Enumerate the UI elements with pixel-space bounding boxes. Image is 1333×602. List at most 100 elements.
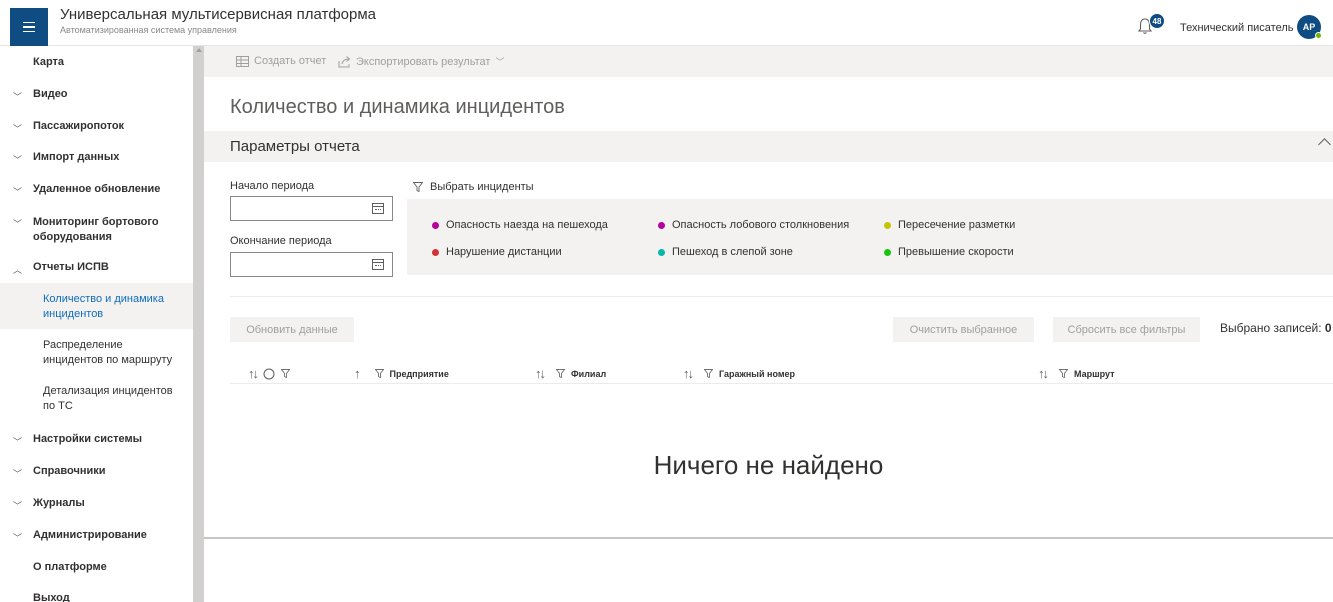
export-results-button[interactable]: Экспортировать результат ﹀ [338,55,504,68]
sidebar-item-label: Мониторинг бортового оборудования [33,216,159,243]
table-header: ↑↓ ↑ Предприятие ↑↓ Филиал ↑↓ Гаражный н… [230,362,1333,384]
chevron-down-icon: ﹀ [13,437,23,447]
menu-icon[interactable] [10,8,48,46]
calendar-icon[interactable] [372,203,384,214]
sidebar-item-label: Видео [33,88,68,100]
sidebar-item-label: Журналы [33,497,85,509]
refresh-data-button[interactable]: Обновить данные [230,317,354,342]
sidebar-item-label: Отчеты ИСПВ [33,261,109,273]
period-start-field[interactable] [230,196,393,221]
legend-dot [432,248,439,256]
incident-distance-violation[interactable]: Нарушение дистанции [432,246,562,258]
chevron-down-icon: ﹀ [13,155,23,165]
select-incidents[interactable]: Выбрать инциденты [413,181,534,193]
column-garage-number[interactable]: ↑↓ Гаражный номер [683,366,795,381]
chevron-up-icon[interactable] [1318,138,1331,151]
sidebar-item-label: Выход [33,592,70,602]
sidebar: Карта ﹀ Видео ﹀ Пассажиропоток ﹀ Импорт … [0,46,193,602]
chevron-down-icon: ﹀ [13,219,23,229]
legend-dot [658,221,665,229]
sidebar-item-label: Количество и динамика инцидентов [43,293,164,320]
column-label: Филиал [571,368,607,379]
sidebar-scrollbar[interactable] [193,46,204,602]
filter-icon[interactable] [281,369,290,378]
period-end-label: Окончание периода [230,235,332,247]
select-column-header[interactable]: ↑↓ [248,366,290,381]
notification-badge: 48 [1149,13,1165,29]
column-label: Маршрут [1074,368,1115,379]
filter-icon[interactable] [374,369,384,378]
period-end-field[interactable] [230,252,393,277]
period-start-label: Начало периода [230,180,315,192]
sidebar-item-label: Пассажиропоток [33,120,125,132]
presence-indicator [1315,32,1322,39]
column-label: Гаражный номер [719,368,796,379]
sort-icon[interactable]: ↑↓ [1038,366,1049,381]
legend-dot [884,221,891,229]
report-params-title: Параметры отчета [230,138,360,155]
legend-dot [432,221,439,229]
sidebar-item-label: Распределение инцидентов по маршруту [43,339,173,366]
sort-asc-icon[interactable]: ↑ [354,366,360,381]
scroll-up-icon[interactable] [196,48,202,52]
column-enterprise[interactable]: ↑ Предприятие [354,366,449,381]
incident-frontal-collision[interactable]: Опасность лобового столкновения [658,219,849,231]
divider [230,296,1333,297]
chevron-down-icon: ﹀ [13,501,23,511]
incident-pedestrian-hit[interactable]: Опасность наезда на пешехода [432,219,608,231]
sidebar-item-label: Карта [33,56,65,68]
chevron-down-icon: ﹀ [13,533,23,543]
column-route[interactable]: ↑↓ Маршрут [1038,366,1115,381]
report-params-header[interactable]: Параметры отчета [204,131,1333,162]
share-icon [338,55,351,67]
chevron-down-icon: ﹀ [495,57,505,67]
legend-dot [658,248,665,256]
select-incidents-label: Выбрать инциденты [430,181,534,193]
incidents-panel [407,199,1333,275]
table-bottom-border [204,537,1333,539]
sidebar-item-label: Детализация инцидентов по ТС [43,385,173,412]
chevron-up-icon: ︿ [13,265,23,275]
chevron-down-icon: ﹀ [13,92,23,102]
sort-icon[interactable]: ↑↓ [248,366,259,381]
sidebar-item-label: Администрирование [33,529,147,541]
chevron-down-icon: ﹀ [13,187,23,197]
incident-label: Пешеход в слепой зоне [672,246,793,258]
app-title: Универсальная мультисервисная платформа [60,6,377,23]
page-title: Количество и динамика инцидентов [230,96,565,118]
incident-label: Пересечение разметки [898,219,1016,231]
create-report-button[interactable]: Создать отчет [236,55,326,67]
sort-icon[interactable]: ↑↓ [683,366,694,381]
incident-speeding[interactable]: Превышение скорости [884,246,1014,258]
column-branch[interactable]: ↑↓ Филиал [535,366,606,381]
sidebar-item-label: Настройки системы [33,433,142,445]
sidebar-item-incident-dynamics[interactable]: Количество и динамика инцидентов [0,283,193,329]
filter-icon[interactable] [1059,369,1068,378]
sidebar-item-label: Импорт данных [33,151,120,163]
app-subtitle: Автоматизированная система управления [60,25,237,35]
filter-icon[interactable] [556,369,565,378]
user-name[interactable]: Технический писатель [1180,22,1294,34]
sort-icon[interactable]: ↑↓ [535,366,546,381]
reset-filters-button[interactable]: Сбросить все фильтры [1053,317,1200,342]
incident-label: Опасность наезда на пешехода [446,219,608,231]
incident-label: Опасность лобового столкновения [672,219,850,231]
clear-selected-button[interactable]: Очистить выбранное [893,317,1034,342]
selected-count-label: Выбрано записей: [1220,321,1322,335]
chevron-down-icon: ﹀ [13,124,23,134]
column-label: Предприятие [389,368,449,379]
incident-blind-spot[interactable]: Пешеход в слепой зоне [658,246,793,258]
sidebar-item-incident-distribution[interactable]: Распределение инцидентов по маршруту [0,329,193,375]
selected-count-value: 0 [1324,321,1332,335]
incident-label: Превышение скорости [898,246,1014,258]
filter-icon[interactable] [704,369,713,378]
calendar-icon[interactable] [372,259,384,270]
legend-dot [884,248,891,256]
incident-lane-crossing[interactable]: Пересечение разметки [884,219,1015,231]
incident-label: Нарушение дистанции [446,246,562,258]
sidebar-item-label: О платформе [33,561,107,573]
filter-icon [413,182,423,192]
radio-icon[interactable] [263,368,275,380]
sidebar-item-incident-details[interactable]: Детализация инцидентов по ТС [0,375,193,421]
app-header: Универсальная мультисервисная платформа … [0,0,1333,46]
